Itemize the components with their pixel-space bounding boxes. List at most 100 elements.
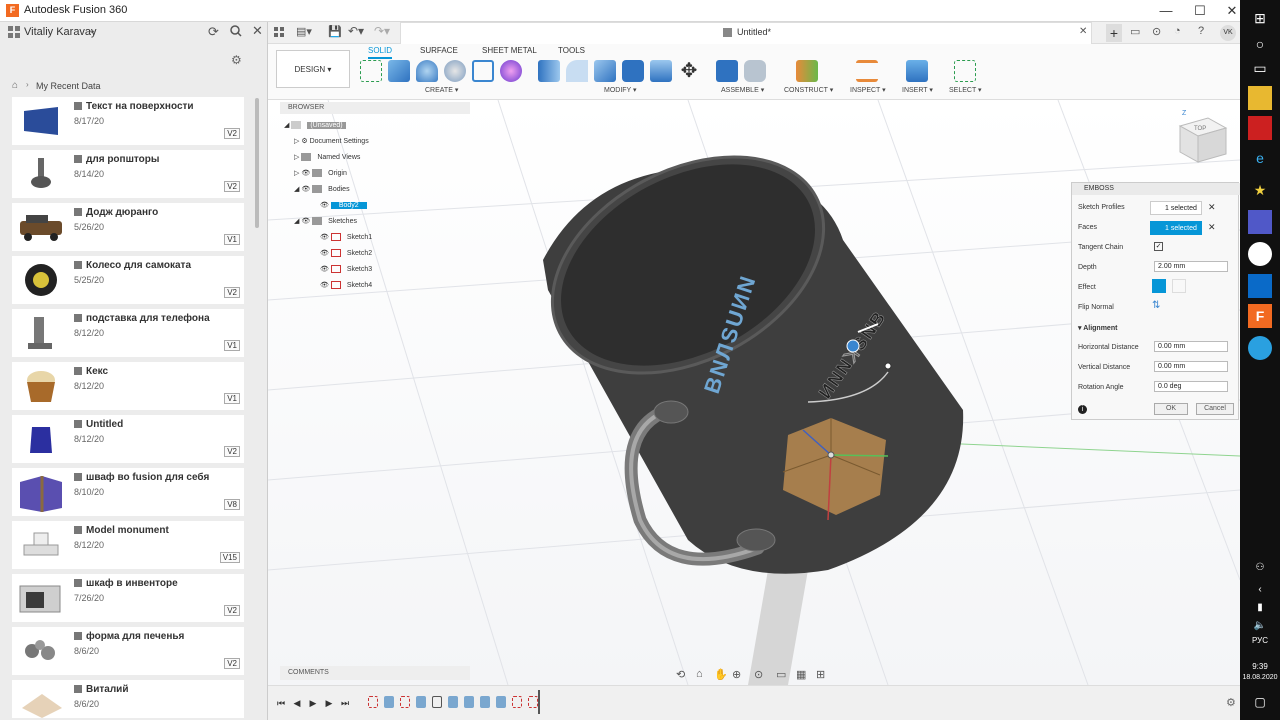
rotation-handle[interactable]	[846, 339, 860, 353]
chrome-icon[interactable]	[1248, 242, 1272, 266]
clear-sketch-profiles-icon[interactable]: ✕	[1208, 202, 1216, 213]
split-icon[interactable]	[650, 60, 672, 82]
timeline-sketch-item[interactable]	[512, 696, 522, 708]
version-badge[interactable]: V2	[224, 287, 240, 298]
version-badge[interactable]: V2	[224, 658, 240, 669]
clear-faces-icon[interactable]: ✕	[1208, 222, 1216, 233]
group-construct[interactable]: CONSTRUCT ▾	[784, 86, 833, 94]
offset-plane-icon[interactable]	[796, 60, 818, 82]
flip-normal-icon[interactable]: ⇅	[1152, 300, 1160, 311]
new-component-icon[interactable]	[716, 60, 738, 82]
tangent-chain-checkbox[interactable]: ✓	[1154, 242, 1163, 251]
tree-item-sketch2[interactable]: 👁 Sketch2	[320, 248, 372, 260]
version-badge[interactable]: V2	[224, 181, 240, 192]
timeline-sketch-item[interactable]	[368, 696, 378, 708]
pattern-icon[interactable]	[472, 60, 494, 82]
deboss-effect-icon[interactable]	[1172, 279, 1186, 293]
grid-settings-icon[interactable]: ▦	[796, 668, 806, 681]
telegram-icon[interactable]	[1248, 336, 1272, 360]
version-badge[interactable]: V1	[224, 340, 240, 351]
notifications-icon[interactable]: ▢	[1248, 690, 1272, 714]
timeline-fillet-item[interactable]	[464, 696, 474, 708]
tree-item-body2[interactable]: 👁 Body2	[320, 200, 367, 212]
ok-button[interactable]: OK	[1154, 403, 1188, 415]
group-insert[interactable]: INSERT ▾	[902, 86, 933, 94]
select-icon[interactable]	[954, 60, 976, 82]
list-item[interactable]: Untitled 8/12/20 V2	[12, 415, 244, 463]
version-badge[interactable]: V15	[219, 552, 240, 563]
job-status-icon[interactable]: ▭	[1130, 25, 1140, 38]
volume-icon[interactable]: 🔈	[1248, 614, 1272, 638]
pan-icon[interactable]: ✋	[714, 668, 728, 681]
edge-icon[interactable]: e	[1248, 146, 1272, 170]
file-icon[interactable]: ▤▾	[296, 25, 312, 38]
timeline-extrude-item[interactable]	[416, 696, 426, 708]
home-icon[interactable]: ⌂	[12, 80, 18, 91]
list-item[interactable]: Колесо для самоката 5/25/20 V2	[12, 256, 244, 304]
tab-solid[interactable]: SOLID	[368, 46, 393, 59]
tree-item-sketch3[interactable]: 👁 Sketch3	[320, 264, 372, 276]
emboss-effect-icon[interactable]	[1152, 279, 1166, 293]
tree-item-sketch1[interactable]: 👁 Sketch1	[320, 232, 372, 244]
list-item[interactable]: шваф во fusion для себя 8/10/20 V8	[12, 468, 244, 516]
tree-item-named-views[interactable]: ▷ Named Views	[294, 152, 360, 164]
tree-item-sketch4[interactable]: 👁 Sketch4	[320, 280, 372, 292]
close-tab-icon[interactable]: ✕	[1079, 26, 1087, 37]
grid-icon[interactable]	[8, 26, 20, 38]
horizontal-distance-input[interactable]: 0.00 mm	[1154, 341, 1228, 352]
group-modify[interactable]: MODIFY ▾	[604, 86, 637, 94]
tab-sheet-metal[interactable]: SHEET METAL	[482, 46, 537, 55]
save-icon[interactable]: 💾	[328, 25, 342, 38]
timeline-shell-item[interactable]	[448, 696, 458, 708]
minimize-button[interactable]: —	[1148, 0, 1184, 22]
combine-icon[interactable]	[622, 60, 644, 82]
group-select[interactable]: SELECT ▾	[949, 86, 982, 94]
fusion-taskbar-icon[interactable]: F	[1248, 304, 1272, 328]
extensions-icon[interactable]: ⊙	[1152, 25, 1161, 38]
tree-item-sketches[interactable]: ◢ 👁 Sketches	[294, 216, 357, 228]
list-item[interactable]: подставка для телефона 8/12/20 V1	[12, 309, 244, 357]
user-name[interactable]: Vitaliy Karavay	[24, 26, 97, 38]
list-item[interactable]: Текст на поверхности 8/17/20 V2	[12, 97, 244, 145]
scrollbar[interactable]	[255, 98, 259, 228]
timeline-move-item[interactable]	[432, 696, 442, 708]
timeline-sketch-item[interactable]	[400, 696, 410, 708]
workspace-switcher[interactable]: DESIGN ▾	[276, 50, 350, 88]
timeline-end-icon[interactable]: ⏭	[340, 698, 350, 708]
outlook-icon[interactable]	[1248, 274, 1272, 298]
maximize-button[interactable]: ☐	[1182, 0, 1218, 22]
timeline-previous-icon[interactable]: ◀	[292, 698, 302, 708]
tree-item-bodies[interactable]: ◢ 👁 Bodies	[294, 184, 350, 196]
close-panel-icon[interactable]: ✕	[252, 23, 263, 39]
view-cube[interactable]: TOP Z	[1178, 110, 1228, 163]
version-badge[interactable]: V2	[224, 128, 240, 139]
form-icon[interactable]	[500, 60, 522, 82]
browser-root[interactable]: ◢ (Unsaved)	[284, 120, 346, 132]
viewports-icon[interactable]: ⊞	[816, 668, 825, 681]
create-sketch-icon[interactable]	[360, 60, 382, 82]
star-icon[interactable]: ★	[1248, 178, 1272, 202]
timeline-marker[interactable]	[538, 690, 540, 714]
timeline-sweep-item[interactable]	[496, 696, 506, 708]
timeline-play-icon[interactable]: ▶	[308, 698, 318, 708]
avatar[interactable]: VK	[1220, 25, 1236, 41]
list-item[interactable]: Виталий 8/6/20	[12, 680, 244, 718]
version-badge[interactable]: V1	[224, 393, 240, 404]
fillet-icon[interactable]	[566, 60, 588, 82]
group-assemble[interactable]: ASSEMBLE ▾	[721, 86, 764, 94]
settings-gear-icon[interactable]: ⚙	[231, 53, 242, 67]
timeline-settings-gear-icon[interactable]: ⚙	[1226, 696, 1236, 709]
emboss-header[interactable]: EMBOSS	[1072, 183, 1240, 195]
chevron-down-icon[interactable]: ⌄	[88, 25, 96, 36]
clock-time[interactable]: 9:39	[1240, 662, 1280, 671]
sketch-profiles-selector[interactable]: 1 selected	[1150, 201, 1202, 215]
undo-icon[interactable]: ↶▾	[348, 24, 364, 38]
group-inspect[interactable]: INSPECT ▾	[850, 86, 886, 94]
cancel-button[interactable]: Cancel	[1196, 403, 1234, 415]
windows-start-icon[interactable]: ⊞	[1248, 6, 1272, 30]
task-view-icon[interactable]: ▭	[1248, 56, 1272, 80]
move-icon[interactable]: ✥	[678, 60, 700, 82]
app-icon[interactable]	[1248, 116, 1272, 140]
joint-icon[interactable]	[744, 60, 766, 82]
orbit-icon[interactable]: ⟲	[676, 668, 685, 681]
